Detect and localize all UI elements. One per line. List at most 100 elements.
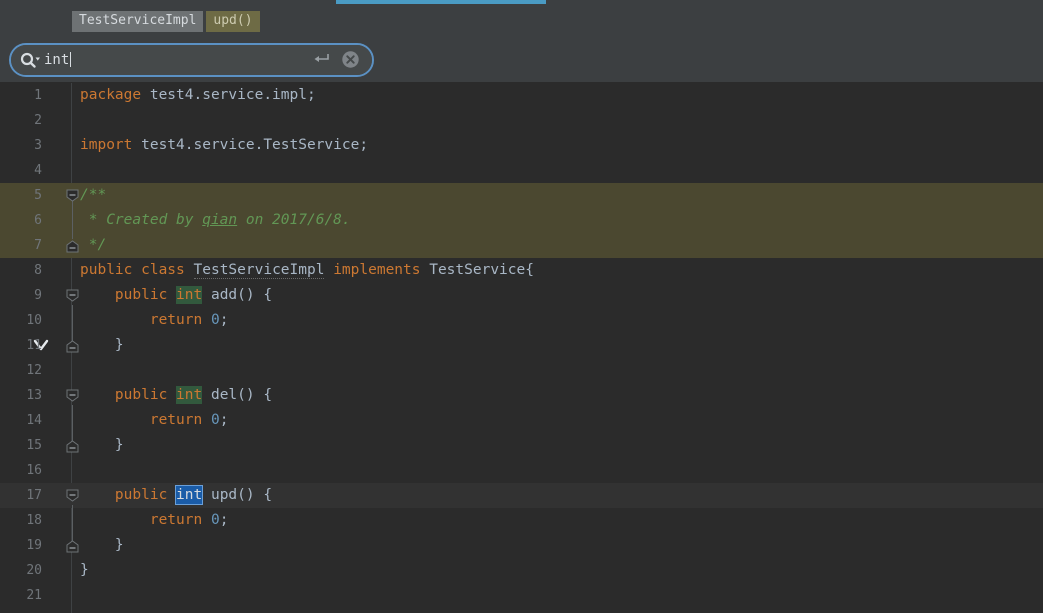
editor-line[interactable]: 3 import test4.service.TestService; xyxy=(0,133,1043,158)
active-tab-underline xyxy=(336,0,546,4)
breadcrumb-item-method[interactable]: upd() xyxy=(206,11,260,32)
search-match-selected[interactable]: int xyxy=(175,485,204,505)
fold-marker-add-end[interactable] xyxy=(66,340,79,353)
fold-marker-upd-start[interactable] xyxy=(66,489,79,502)
line-number: 16 xyxy=(26,463,42,478)
editor-line[interactable]: 15 } xyxy=(0,433,1043,458)
editor-line[interactable]: 17 public int upd() { xyxy=(0,483,1043,508)
code-text[interactable]: package test4.service.impl; xyxy=(80,83,316,108)
code-token: TestServiceImpl xyxy=(193,262,325,279)
line-number: 7 xyxy=(34,238,42,253)
editor-line[interactable]: 7 */ xyxy=(0,233,1043,258)
code-text[interactable]: /** xyxy=(80,183,106,208)
search-input-value[interactable]: int xyxy=(44,52,72,68)
editor-line[interactable]: 1 package test4.service.impl; xyxy=(0,83,1043,108)
breadcrumb: TestServiceImpl upd() xyxy=(0,5,1043,38)
code-token: } xyxy=(80,537,124,553)
search-icon[interactable] xyxy=(20,51,40,69)
code-text[interactable]: return 0; xyxy=(80,508,229,533)
editor-line[interactable]: 20} xyxy=(0,558,1043,583)
code-text[interactable]: */ xyxy=(80,233,106,258)
line-number: 8 xyxy=(34,263,42,278)
return-arrow-icon[interactable] xyxy=(314,52,330,66)
search-match[interactable]: int xyxy=(176,386,203,404)
code-token: test4.service.impl xyxy=(149,87,307,103)
fold-marker-upd-end[interactable] xyxy=(66,540,79,553)
editor-line[interactable]: 13 public int del() { xyxy=(0,383,1043,408)
search-match[interactable]: int xyxy=(176,286,203,304)
editor-line[interactable]: 9 public int add() { xyxy=(0,283,1043,502)
code-text[interactable]: } xyxy=(80,533,124,558)
search-field[interactable]: int xyxy=(9,43,374,77)
editor-line[interactable]: 19 } xyxy=(0,533,1043,558)
line-number: 1 xyxy=(34,88,42,103)
code-token: ; xyxy=(359,137,369,153)
editor-line[interactable]: 21 xyxy=(0,583,1043,608)
code-token: import xyxy=(80,137,142,153)
editor-line[interactable]: 18 return 0; xyxy=(0,508,1043,533)
clear-circle-icon[interactable] xyxy=(341,50,360,69)
code-token: } xyxy=(80,337,124,353)
code-token: public xyxy=(114,487,177,503)
code-token: test4.service.TestService xyxy=(141,137,360,153)
code-text[interactable]: return 0; xyxy=(80,408,229,433)
fold-marker-add-start[interactable] xyxy=(66,289,79,302)
breadcrumb-item-class[interactable]: TestServiceImpl xyxy=(72,11,204,32)
fold-marker-javadoc-end[interactable] xyxy=(66,240,79,253)
line-number: 13 xyxy=(26,388,42,403)
code-text[interactable]: } xyxy=(80,433,124,458)
fold-marker-del-end[interactable] xyxy=(66,440,79,453)
editor-line[interactable]: 5 /** xyxy=(0,183,1043,208)
line-number: 14 xyxy=(26,413,42,428)
line-number: 4 xyxy=(34,163,42,178)
code-token: del() { xyxy=(202,387,273,403)
editor-line[interactable]: 12 xyxy=(0,358,1043,383)
find-bar: int xyxy=(0,38,1043,110)
editor-line[interactable]: 16 xyxy=(0,458,1043,483)
code-text[interactable]: import test4.service.TestService; xyxy=(80,133,368,158)
editor-line[interactable]: 14 return 0; xyxy=(0,408,1043,433)
line-number: 11 xyxy=(26,338,42,353)
line-number: 19 xyxy=(26,538,42,553)
code-text[interactable]: return 0; xyxy=(80,308,229,333)
text-caret xyxy=(70,52,72,67)
code-token: on 2017/6/8. xyxy=(237,212,351,228)
editor-line[interactable]: 6 * Created by qian on 2017/6/8. xyxy=(0,208,1043,351)
editor-line[interactable]: 8 public class TestServiceImpl implements… xyxy=(0,258,1043,283)
editor-line[interactable]: 2 xyxy=(0,108,1043,133)
code-token: public xyxy=(114,387,177,403)
code-text[interactable]: public int upd() { xyxy=(80,483,272,508)
fold-marker-del-start[interactable] xyxy=(66,389,79,402)
code-text[interactable]: public int del() { xyxy=(80,383,272,408)
code-text[interactable]: public int add() { xyxy=(80,283,272,308)
editor-line[interactable]: 4 xyxy=(0,158,1043,183)
line-number: 2 xyxy=(34,113,42,128)
code-text[interactable]: } xyxy=(80,558,89,583)
line-number: 9 xyxy=(34,288,42,303)
code-token: public class xyxy=(80,262,194,278)
code-token: ; xyxy=(219,412,229,428)
code-text[interactable]: } xyxy=(80,333,124,358)
code-token: return xyxy=(149,512,211,528)
code-text[interactable]: * Created by qian on 2017/6/8. xyxy=(80,208,351,233)
code-token: return xyxy=(149,412,211,428)
code-token: } xyxy=(80,437,124,453)
line-number: 10 xyxy=(26,313,42,328)
line-number: 21 xyxy=(26,588,42,603)
fold-marker-javadoc-start[interactable] xyxy=(66,189,79,202)
code-token: public xyxy=(114,287,177,303)
code-token: qian xyxy=(202,212,238,228)
editor-line[interactable]: 10 return 0; xyxy=(0,308,1043,333)
line-number: 20 xyxy=(26,563,42,578)
code-editor[interactable]: 1 package test4.service.impl; 2 3 import tes… xyxy=(0,83,1043,613)
line-number: 5 xyxy=(34,188,42,203)
line-number: 17 xyxy=(26,488,42,503)
editor-line[interactable]: 11 } xyxy=(0,333,1043,358)
code-text[interactable]: public class TestServiceImpl implements … xyxy=(80,258,534,283)
code-token: 0 xyxy=(210,412,220,428)
chevron-down-icon xyxy=(35,57,40,61)
code-token: 0 xyxy=(210,512,220,528)
